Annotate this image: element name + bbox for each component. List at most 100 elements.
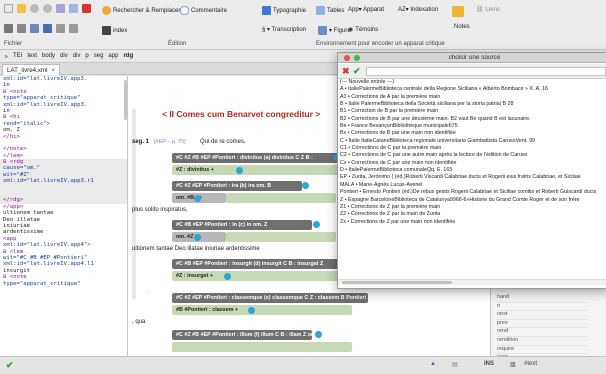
app2-marker-icon[interactable]	[302, 182, 309, 189]
open-folder-icon[interactable]	[17, 4, 26, 13]
app4-head[interactable]: #C #B #EP #Pontieri : insurgit (d) insur…	[172, 259, 352, 269]
liens-button[interactable]: ⛓ Liens	[476, 6, 500, 14]
source-list-item[interactable]: D • ItaliePalermeBiblioteca comunaleQq. …	[338, 167, 606, 174]
apparat-button[interactable]: App▾ Apparat	[348, 6, 384, 13]
source-list-item[interactable]: Z2 • Corrections de Z par la main de Zur…	[338, 211, 606, 218]
source-list-item[interactable]: B2 • Corrections de B par une deuxième m…	[338, 116, 606, 123]
dialog-close-dot-icon[interactable]	[344, 55, 350, 61]
app3-marker-icon[interactable]	[313, 221, 320, 228]
encoding-icon[interactable]: ▤	[452, 361, 458, 368]
source-list-item[interactable]: MALA • Marie-Agnès Lucas-Avenel	[338, 182, 606, 189]
commentaire-button[interactable]: Commentaire	[180, 6, 227, 15]
app1-head[interactable]: #C #Z #B #EP #Pontieri : divinitus (a) d…	[172, 153, 338, 163]
app5-head[interactable]: #C #Z #EP #Pontieri : classemque (e) cla…	[172, 293, 368, 303]
notes-button[interactable]	[452, 6, 464, 17]
source-token: iniuriae	[3, 222, 30, 229]
source-list-item[interactable]: Be • France BesançonBibliothèque municip…	[338, 123, 606, 130]
source-list-item[interactable]: Cx • Corrections de C par une main non i…	[338, 160, 606, 167]
attribute-row-next[interactable]: next	[497, 311, 587, 320]
source-list-item[interactable]: C1 • Corrections de C par la première ma…	[338, 145, 606, 152]
breadcrumb-item-rdg[interactable]: rdg	[122, 53, 134, 59]
cancel-icon[interactable]: ✖	[342, 66, 350, 77]
app5-rdg[interactable]: #B #Pontieri : classem +	[172, 305, 352, 315]
typographie-button[interactable]: Typographie	[262, 6, 306, 15]
cut-icon[interactable]	[82, 4, 91, 13]
dialog-zoom-dot-icon[interactable]	[354, 55, 360, 61]
validation-ok-icon[interactable]: ✔	[6, 360, 14, 371]
app1-lem-marker-icon[interactable]	[236, 167, 243, 174]
breadcrumb-item-p[interactable]: p	[84, 53, 89, 59]
paste-icon[interactable]	[69, 4, 78, 13]
bookmark-icon[interactable]	[43, 24, 52, 33]
source-list-item[interactable]: C • Italie ItalieCataneBiblioteca region…	[338, 138, 606, 145]
app4-rdg-marker-icon[interactable]	[224, 273, 231, 280]
breadcrumb-item-div[interactable]: div	[59, 53, 69, 59]
new-file-icon[interactable]	[4, 4, 13, 13]
transcription-button[interactable]: § ▾ Transcription	[262, 26, 306, 33]
redo-icon[interactable]	[43, 4, 52, 13]
source-line[interactable]: type="apparat_critique"	[0, 281, 127, 287]
source-list-item[interactable]: (--- Nouvelle entrée ---)	[338, 79, 606, 86]
source-list[interactable]: (--- Nouvelle entrée ---) A • ItaliePaler…	[338, 79, 606, 279]
close-tab-icon[interactable]: ×	[51, 67, 55, 74]
insert-mode[interactable]: INS	[484, 361, 494, 367]
breadcrumb-item-app[interactable]: app	[107, 53, 119, 59]
source-list-item[interactable]: Pontieri • Ernesto Pontieri (éd.)De rebu…	[338, 189, 606, 196]
save-icon[interactable]	[4, 24, 13, 33]
copy-icon[interactable]	[56, 4, 65, 13]
tab-lat-livre4[interactable]: LAT_livre4.xml ×	[2, 64, 61, 75]
attribute-row-prev[interactable]: prev	[497, 320, 587, 329]
app6-marker-icon[interactable]	[315, 331, 322, 338]
rechercher-remplacer-button[interactable]: Rechercher & Remplacer	[102, 6, 180, 15]
indexation-button[interactable]: AZ▾ Indexation	[398, 6, 438, 13]
app4-rdg[interactable]: #Z : insurget +	[172, 271, 352, 281]
breadcrumb-item-text[interactable]: text	[26, 53, 38, 59]
document-icon[interactable]	[69, 24, 78, 33]
app2-head[interactable]: #C #Z #EP #Pontieri : ira (b) ira om. B	[172, 181, 302, 191]
app3-head[interactable]: #C #B #EP #Pontieri : in (c) in om. Z	[172, 220, 312, 230]
lock-icon[interactable]: ▥	[510, 361, 516, 368]
dialog-hscroll-thumb[interactable]	[342, 281, 452, 284]
app5-rdg-marker-icon[interactable]	[248, 307, 255, 314]
source-list-item[interactable]: Z1 • Corrections de Z par la première ma…	[338, 204, 606, 211]
breadcrumb-item-TEI[interactable]: TEI	[12, 53, 23, 59]
filter-input[interactable]	[366, 67, 606, 76]
app3-rdg-marker-icon[interactable]	[194, 234, 201, 241]
save-all-icon[interactable]	[17, 24, 26, 33]
breadcrumb-item-body[interactable]: body	[41, 53, 56, 59]
dialog-horizontal-scrollbar[interactable]	[338, 279, 606, 285]
xml-source-pane[interactable]: xml:id="lat.livreIV.app3. in ⊟ <note type…	[0, 76, 128, 356]
attribute-row-hand[interactable]: hand	[497, 294, 587, 303]
app6-head[interactable]: #C #Z #B #EP #Pontieri : illum (f) illum…	[172, 330, 312, 340]
source-list-item[interactable]: Z • Espagne BarceloneBiblioteca de Catal…	[338, 197, 606, 204]
print-icon[interactable]	[30, 24, 39, 33]
attribute-row-require[interactable]: require	[497, 346, 587, 355]
temoins-button[interactable]: ◉ Témoins	[348, 26, 378, 34]
source-list-item[interactable]: B1 • Correction de B par la première mai…	[338, 108, 606, 115]
source-list-item[interactable]: EP • Zurita, Jerónimo ( (éd.)Roberti Vis…	[338, 174, 606, 181]
undo-icon[interactable]	[30, 4, 39, 13]
breadcrumb-item-div[interactable]: div	[72, 53, 82, 59]
ok-icon[interactable]: ✔	[353, 66, 361, 77]
index-button[interactable]: index	[102, 26, 127, 35]
tables-button[interactable]: Tables	[316, 6, 344, 15]
format-icon[interactable]	[56, 24, 65, 33]
attribute-row-n[interactable]: n	[497, 303, 587, 312]
breadcrumb-item-seg[interactable]: seg	[93, 53, 105, 59]
attribute-row-rendition[interactable]: rendition	[497, 337, 587, 346]
source-scrollbar[interactable]	[124, 80, 127, 120]
attribute-row-rend[interactable]: rend	[497, 328, 587, 337]
seg-ref[interactable]: [#EP – p. 75]	[154, 139, 186, 145]
app1-lem[interactable]: #Z : divinitus +	[172, 165, 352, 175]
figure-icon	[318, 26, 327, 35]
source-list-item[interactable]: A1 • Corrections de A par la première ma…	[338, 94, 606, 101]
figure-button[interactable]: ▾ Figure	[318, 26, 351, 35]
upload-icon[interactable]: ▲	[430, 361, 436, 367]
breadcrumb-back-icon[interactable]: ▹	[4, 53, 9, 60]
app2-rdg-marker-icon[interactable]	[194, 195, 201, 202]
source-list-item[interactable]: C2 • Corrections de C par une autre main…	[338, 152, 606, 159]
source-list-item[interactable]: Bx • Corrections de B par une main non i…	[338, 130, 606, 137]
source-list-item[interactable]: Zx • Corrections de Z par une main non i…	[338, 219, 606, 226]
source-list-item[interactable]: B • Italie PalermeBiblioteca della Socie…	[338, 101, 606, 108]
source-list-item[interactable]: A • ItaliePalermeBiblioteca centrale del…	[338, 86, 606, 93]
